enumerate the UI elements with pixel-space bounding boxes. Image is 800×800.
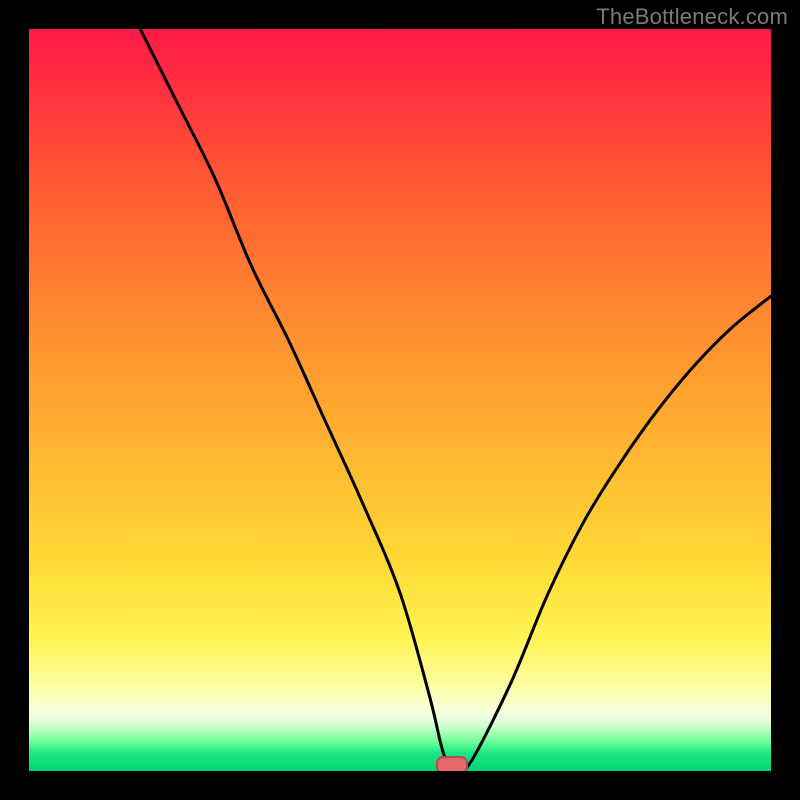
bottleneck-curve-path [140, 29, 771, 771]
watermark-text: TheBottleneck.com [596, 4, 788, 30]
chart-stage: TheBottleneck.com [0, 0, 800, 800]
bottleneck-curve-svg [29, 29, 771, 771]
optimum-marker [436, 756, 468, 771]
plot-area [29, 29, 771, 771]
